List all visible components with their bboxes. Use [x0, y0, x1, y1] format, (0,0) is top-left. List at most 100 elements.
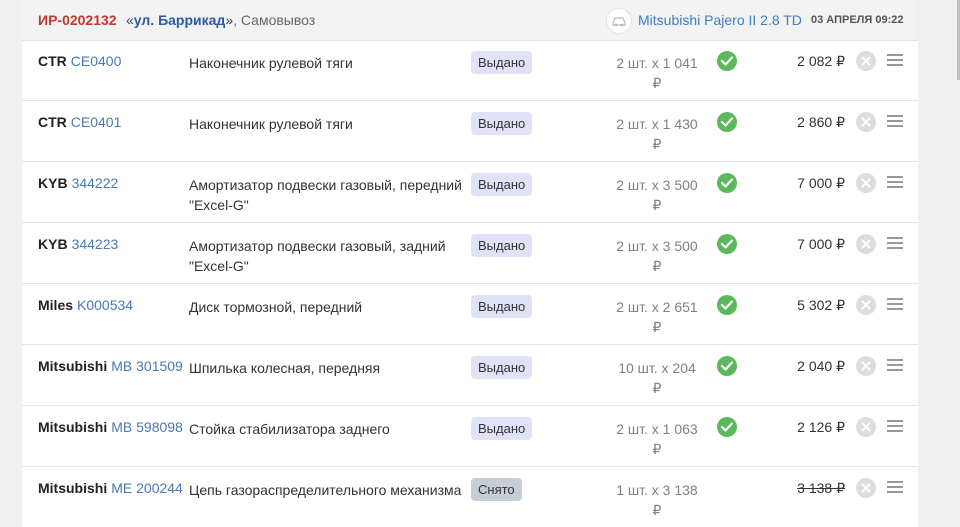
item-article-link[interactable]: ME 200244 [111, 480, 183, 496]
check-icon [717, 173, 737, 193]
table-row: Miles K000534 Диск тормозной, передний Выда… [22, 284, 918, 345]
order-street[interactable]: ул. Баррикад [134, 12, 226, 28]
check-icon [717, 234, 737, 254]
status-badge: Выдано [471, 295, 533, 318]
status-badge: Снято [471, 478, 522, 501]
order-panel: ИР-0202132 «ул. Баррикад», Самовывоз Mit… [22, 0, 918, 527]
table-row: CTR CE0401 Наконечник рулевой тяги Выдано 2 … [22, 101, 918, 162]
currency-sign: ₽ [652, 258, 662, 274]
check-icon [717, 356, 737, 376]
currency-sign: ₽ [652, 197, 662, 213]
table-row: KYB 344223 Амортизатор подвески газовый, з… [22, 223, 918, 284]
check-icon [717, 295, 737, 315]
close-icon[interactable] [856, 51, 876, 71]
currency-sign: ₽ [652, 136, 662, 152]
item-sum: 5 302 ₽ [797, 297, 845, 313]
item-article-link[interactable]: CE0401 [71, 114, 122, 130]
menu-icon[interactable] [887, 420, 903, 432]
car-icon [606, 8, 632, 34]
item-article-link[interactable]: 344223 [72, 236, 119, 252]
currency-sign: ₽ [652, 319, 662, 335]
item-quantity-price: 10 шт. x 204 ₽ [600, 358, 714, 398]
item-quantity-price: 2 шт. x 1 041 ₽ [600, 53, 714, 93]
item-sum: 2 082 ₽ [797, 53, 845, 69]
item-brand: KYB 344222 [38, 175, 118, 191]
qty-text: 10 шт. x 204 [618, 360, 696, 376]
qty-text: 1 шт. x 3 138 [616, 482, 698, 498]
brand-name: Mitsubishi [38, 480, 108, 496]
status-badge: Выдано [471, 234, 533, 257]
item-brand: CTR CE0401 [38, 114, 121, 130]
qty-text: 2 шт. x 1 063 [616, 421, 698, 437]
item-brand: CTR CE0400 [38, 53, 121, 69]
order-id[interactable]: ИР-0202132 [38, 12, 117, 28]
item-quantity-price: 1 шт. x 3 138 ₽ [600, 480, 714, 520]
item-brand: Miles K000534 [38, 297, 133, 313]
check-icon [717, 417, 737, 437]
brand-name: KYB [38, 236, 68, 252]
status-badge: Выдано [471, 112, 533, 135]
currency-sign: ₽ [652, 380, 662, 396]
close-icon[interactable] [856, 356, 876, 376]
status-badge: Выдано [471, 173, 533, 196]
menu-icon[interactable] [887, 115, 903, 127]
status-badge: Выдано [471, 356, 533, 379]
item-quantity-price: 2 шт. x 2 651 ₽ [600, 297, 714, 337]
table-row: Mitsubishi ME 200244 Цепь газораспределите… [22, 467, 918, 527]
order-header: ИР-0202132 «ул. Баррикад», Самовывоз Mit… [22, 0, 918, 41]
item-brand: Mitsubishi ME 200244 [38, 480, 183, 496]
car-link[interactable]: Mitsubishi Pajero II 2.8 TD [638, 12, 802, 28]
qty-text: 2 шт. x 3 500 [616, 238, 698, 254]
qty-text: 2 шт. x 2 651 [616, 299, 698, 315]
status-badge: Выдано [471, 417, 533, 440]
menu-icon[interactable] [887, 176, 903, 188]
close-icon[interactable] [856, 295, 876, 315]
brand-name: Mitsubishi [38, 419, 108, 435]
menu-icon[interactable] [887, 359, 903, 371]
address-quote-close: » [225, 12, 234, 28]
item-article-link[interactable]: K000534 [77, 297, 133, 313]
table-row: KYB 344222 Амортизатор подвески газовый, п… [22, 162, 918, 223]
brand-name: Miles [38, 297, 74, 313]
item-name: Цепь газораспределительного механизма [189, 482, 462, 498]
item-sum: 3 138 ₽ [797, 480, 845, 496]
item-sum: 2 126 ₽ [797, 419, 845, 435]
item-brand: KYB 344223 [38, 236, 118, 252]
menu-icon[interactable] [887, 237, 903, 249]
item-article-link[interactable]: MB 598098 [111, 419, 183, 435]
table-row: CTR CE0400 Наконечник рулевой тяги Выдано 2 … [22, 40, 918, 101]
item-name: Шпилька колесная, передняя [189, 360, 381, 376]
item-name: Амортизатор подвески газовый, передний "… [189, 177, 462, 213]
item-quantity-price: 2 шт. x 1 063 ₽ [600, 419, 714, 459]
check-icon [717, 51, 737, 71]
brand-name: CTR [38, 114, 67, 130]
item-brand: Mitsubishi MB 598098 [38, 419, 183, 435]
close-icon[interactable] [856, 478, 876, 498]
order-date: 03 АПРЕЛЯ 09:22 [811, 14, 904, 26]
brand-name: CTR [38, 53, 67, 69]
order-address: «ул. Баррикад», Самовывоз [126, 12, 315, 28]
item-name: Наконечник рулевой тяги [189, 55, 353, 71]
qty-text: 2 шт. x 1 041 [616, 55, 698, 71]
close-icon[interactable] [856, 234, 876, 254]
close-icon[interactable] [856, 112, 876, 132]
menu-icon[interactable] [887, 54, 903, 66]
item-article-link[interactable]: 344222 [72, 175, 119, 191]
item-name: Диск тормозной, передний [189, 299, 363, 315]
item-brand: Mitsubishi MB 301509 [38, 358, 183, 374]
close-icon[interactable] [856, 173, 876, 193]
menu-icon[interactable] [887, 481, 903, 493]
item-name: Стойка стабилизатора заднего [189, 421, 390, 437]
menu-icon[interactable] [887, 298, 903, 310]
item-article-link[interactable]: CE0400 [71, 53, 122, 69]
item-sum: 7 000 ₽ [797, 175, 845, 191]
item-sum: 2 860 ₽ [797, 114, 845, 130]
item-article-link[interactable]: MB 301509 [111, 358, 183, 374]
table-row: Mitsubishi MB 598098 Стойка стабилизатора … [22, 406, 918, 467]
check-icon [717, 112, 737, 132]
qty-text: 2 шт. x 3 500 [616, 177, 698, 193]
status-badge: Выдано [471, 51, 533, 74]
currency-sign: ₽ [652, 502, 662, 518]
currency-sign: ₽ [652, 441, 662, 457]
close-icon[interactable] [856, 417, 876, 437]
